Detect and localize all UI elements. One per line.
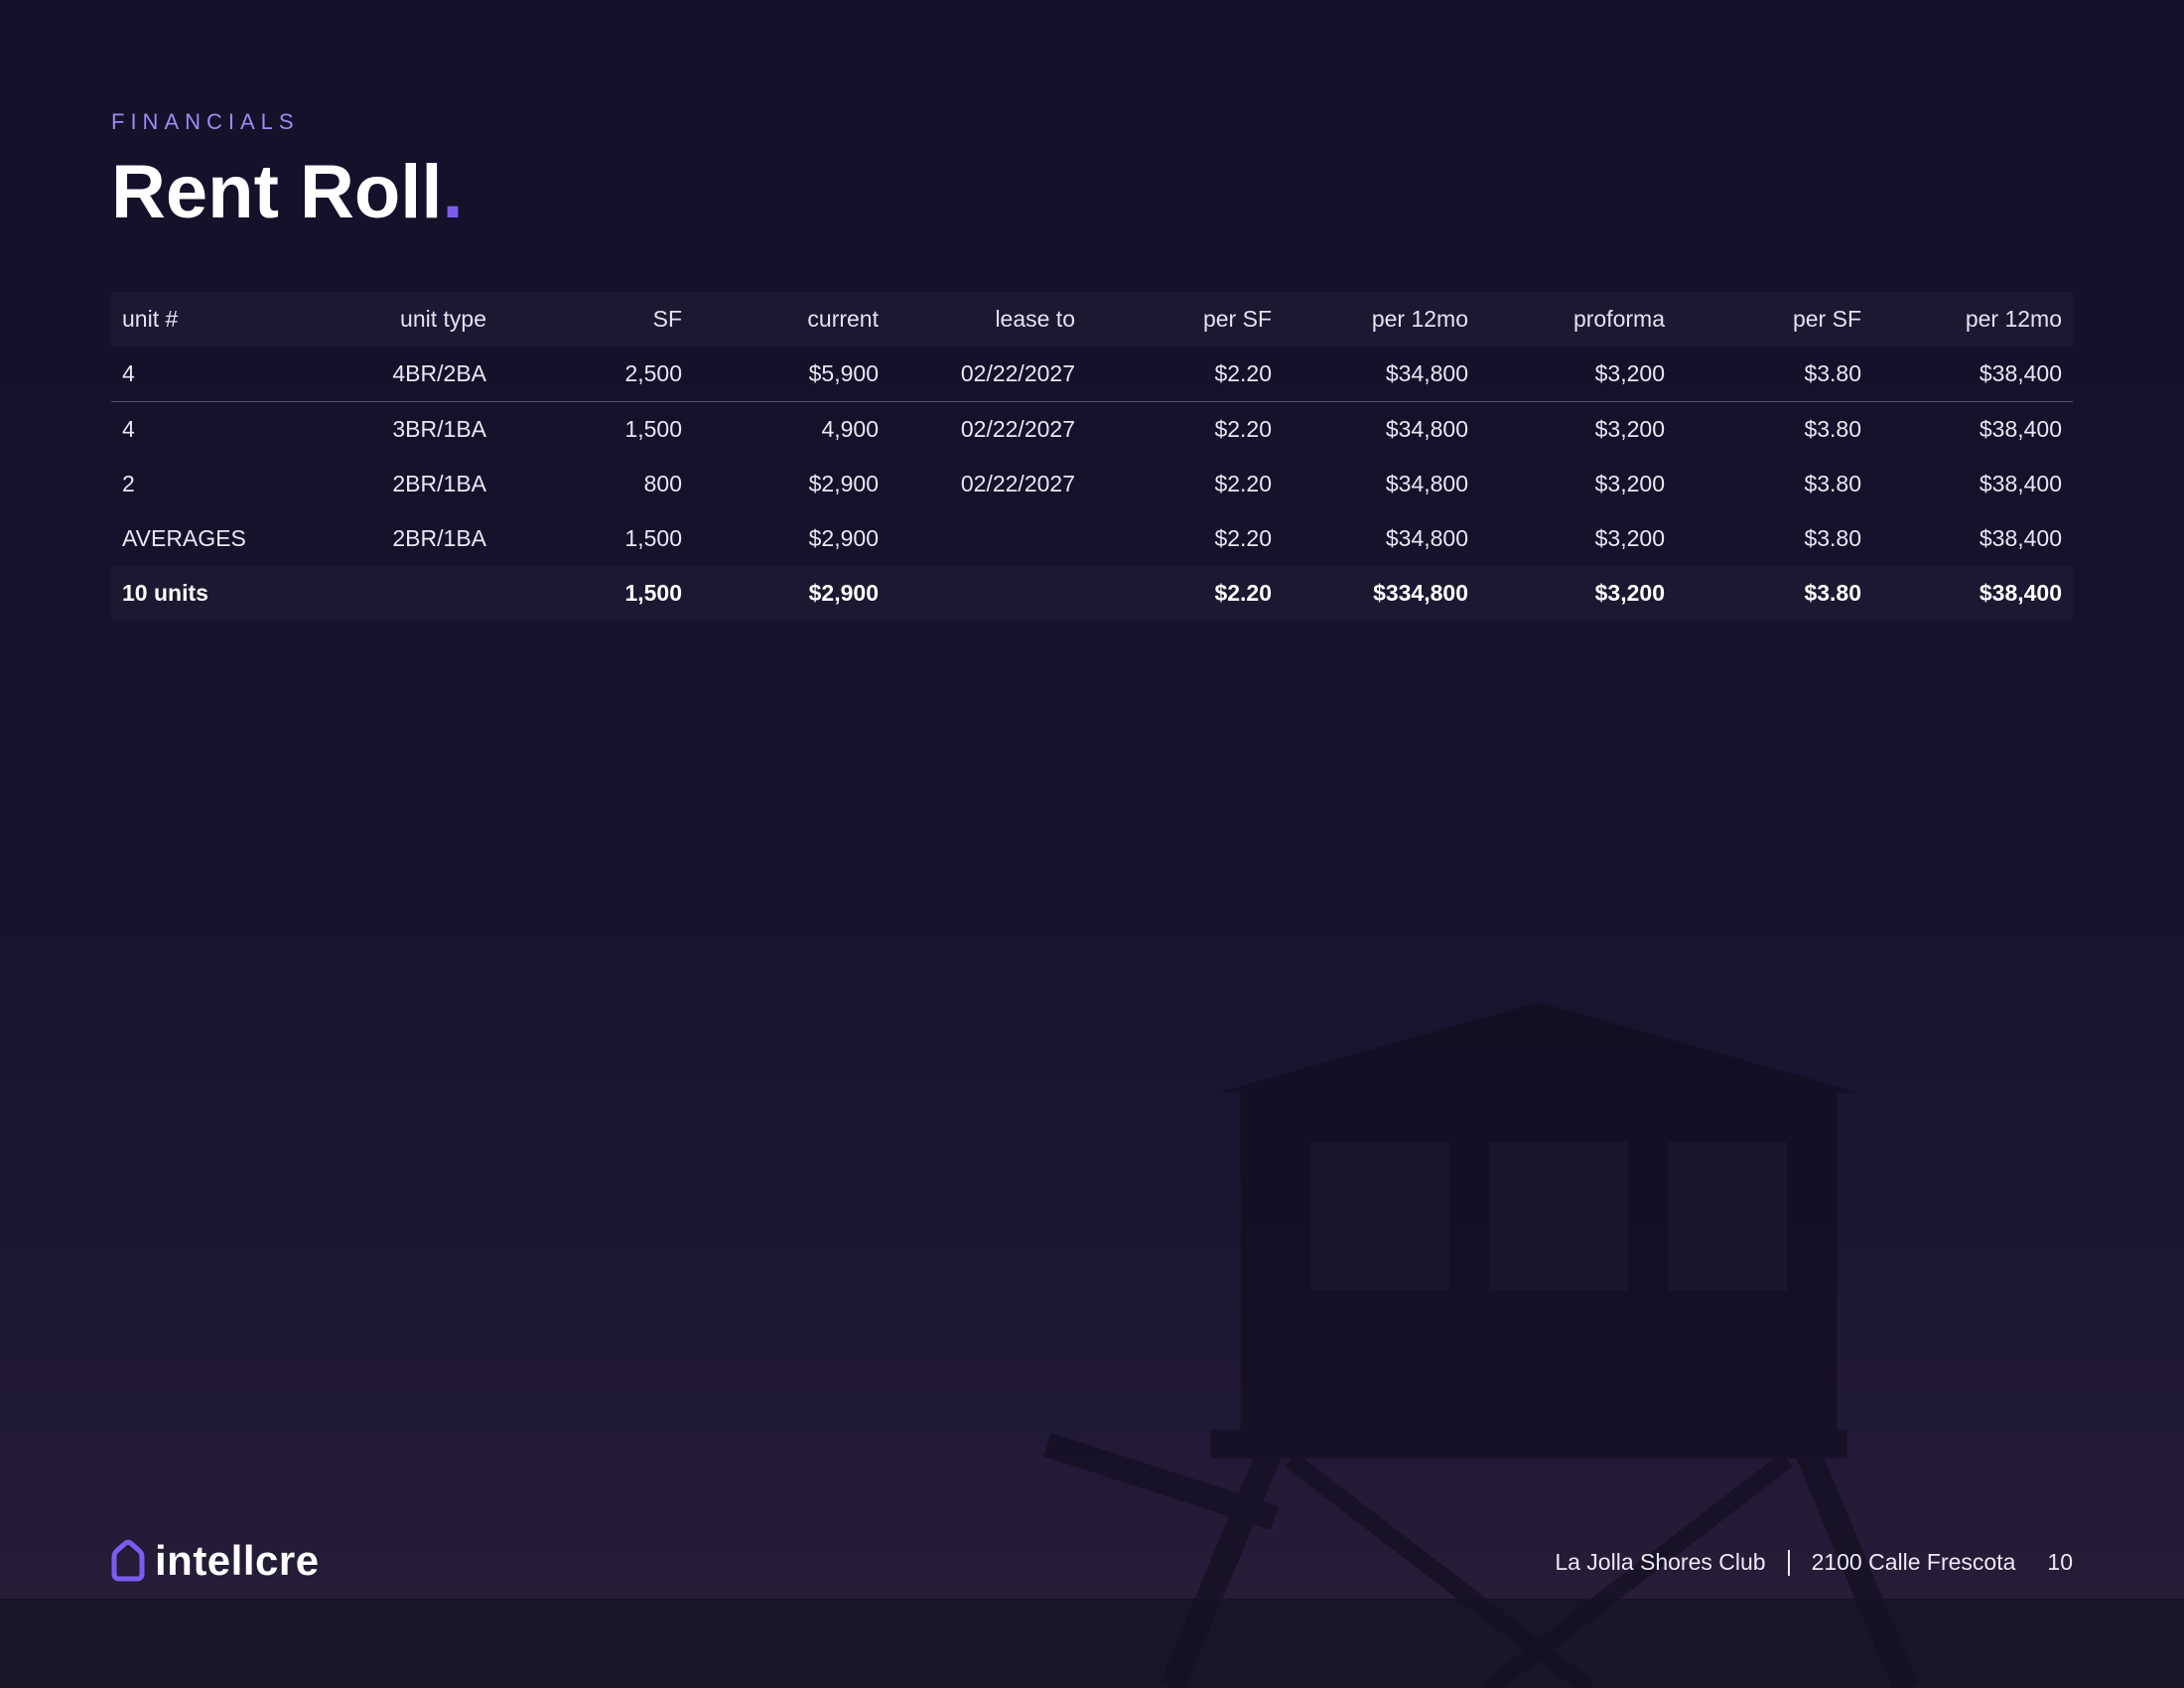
table-row: 4 3BR/1BA 1,500 4,900 02/22/2027 $2.20 $…	[111, 402, 2073, 458]
column-header-lease-to: lease to	[995, 306, 1075, 332]
page: FINANCIALS Rent Roll. unit # unit type S…	[0, 0, 2184, 1688]
column-header-proforma: proforma	[1572, 306, 1665, 332]
column-header-unit-number: unit #	[122, 306, 179, 332]
table-cell-total: $3,200	[1594, 580, 1665, 606]
table-cell: 800	[643, 471, 682, 496]
table-cell: $2.20	[1086, 347, 1283, 402]
column-header-current: current	[807, 306, 879, 332]
column-header-unit-type: unit type	[400, 306, 486, 332]
table-header-row: unit # unit type SF current lease to per…	[111, 292, 2073, 347]
table-cell: 1,500	[624, 416, 682, 442]
table-cell-total: 10 units	[122, 580, 208, 606]
footer-meta: La Jolla Shores Club 2100 Calle Frescota…	[1555, 1549, 2073, 1576]
table-cell: AVERAGES	[122, 525, 246, 551]
table-cell: 02/22/2027	[960, 471, 1075, 496]
table-cell-total: $3.80	[1804, 580, 1861, 606]
header: FINANCIALS Rent Roll.	[111, 109, 464, 230]
table-cell: $34,800	[1385, 416, 1468, 442]
rent-roll-table-container: unit # unit type SF current lease to per…	[111, 292, 2073, 621]
table-cell: $2.20	[1214, 471, 1272, 496]
column-header-sf: SF	[652, 306, 682, 332]
table-cell: $38,400	[1979, 471, 2062, 496]
footer-divider	[1787, 1549, 1790, 1576]
table-cell-total	[889, 566, 1086, 621]
column-header-current-per-sf: per SF	[1202, 306, 1272, 332]
page-title-text: Rent Roll	[111, 150, 443, 234]
page-number: 10	[2047, 1549, 2073, 1575]
table-cell: 4	[122, 416, 135, 442]
table-cell-total: $2,900	[808, 580, 879, 606]
table-cell: $3.80	[1676, 347, 1872, 402]
table-cell: 2,500	[497, 347, 693, 402]
table-cell	[889, 511, 1086, 566]
column-header-proforma-per-12mo: per 12mo	[1965, 306, 2062, 332]
table-cell: 4BR/2BA	[326, 347, 497, 402]
table-cell: 1,500	[624, 525, 682, 551]
table-cell: $34,800	[1283, 347, 1479, 402]
brand-logo-text: intellcre	[155, 1537, 320, 1584]
table-cell: $3,200	[1479, 347, 1676, 402]
footer-address: 2100 Calle Frescota	[1811, 1549, 2016, 1575]
table-cell: $2,900	[808, 525, 879, 551]
footer-property-name: La Jolla Shores Club	[1555, 1549, 1766, 1575]
table-row-averages: AVERAGES 2BR/1BA 1,500 $2,900 $2.20 $34,…	[111, 511, 2073, 566]
table-cell-total: $38,400	[1979, 580, 2062, 606]
table-cell: $3,200	[1594, 525, 1665, 551]
table-cell: $3,200	[1594, 416, 1665, 442]
table-cell: 2	[122, 471, 135, 496]
table-cell: 4	[111, 347, 326, 402]
table-cell: $2.20	[1214, 525, 1272, 551]
table-cell: 4,900	[821, 416, 879, 442]
table-row: 2 2BR/1BA 800 $2,900 02/22/2027 $2.20 $3…	[111, 457, 2073, 511]
background-photo	[0, 993, 2184, 1688]
table-cell: $3.80	[1804, 416, 1861, 442]
title-accent-dot: .	[442, 150, 464, 234]
table-cell: $5,900	[693, 347, 889, 402]
table-cell-total: 1,500	[624, 580, 682, 606]
table-cell-total: $2.20	[1214, 580, 1272, 606]
table-cell: 02/22/2027	[889, 347, 1086, 402]
table-cell: $38,400	[1872, 347, 2073, 402]
table-cell: $3.80	[1804, 525, 1861, 551]
table-cell: $2,900	[808, 471, 879, 496]
table-cell: 02/22/2027	[960, 416, 1075, 442]
table-row: 4 4BR/2BA 2,500 $5,900 02/22/2027 $2.20 …	[111, 347, 2073, 402]
section-eyebrow: FINANCIALS	[111, 109, 300, 134]
table-cell: $34,800	[1385, 525, 1468, 551]
table-cell: $2.20	[1214, 416, 1272, 442]
table-cell: $38,400	[1979, 416, 2062, 442]
page-title: Rent Roll.	[111, 155, 464, 230]
brand-logo: intellcre	[109, 1537, 320, 1585]
table-cell: $34,800	[1385, 471, 1468, 496]
table-cell: $3.80	[1804, 471, 1861, 496]
table-cell: 2BR/1BA	[392, 525, 486, 551]
table-cell: $3,200	[1594, 471, 1665, 496]
table-row-total: 10 units 1,500 $2,900 $2.20 $334,800 $3,…	[111, 566, 2073, 621]
column-header-current-per-12mo: per 12mo	[1371, 306, 1468, 332]
table-cell-total	[326, 566, 497, 621]
rent-roll-table: unit # unit type SF current lease to per…	[111, 292, 2073, 621]
table-cell: 2BR/1BA	[392, 471, 486, 496]
house-outline-icon	[111, 1539, 145, 1582]
table-cell: 3BR/1BA	[392, 416, 486, 442]
table-cell-total: $334,800	[1373, 580, 1468, 606]
table-cell: $38,400	[1979, 525, 2062, 551]
column-header-proforma-per-sf: per SF	[1792, 306, 1861, 332]
